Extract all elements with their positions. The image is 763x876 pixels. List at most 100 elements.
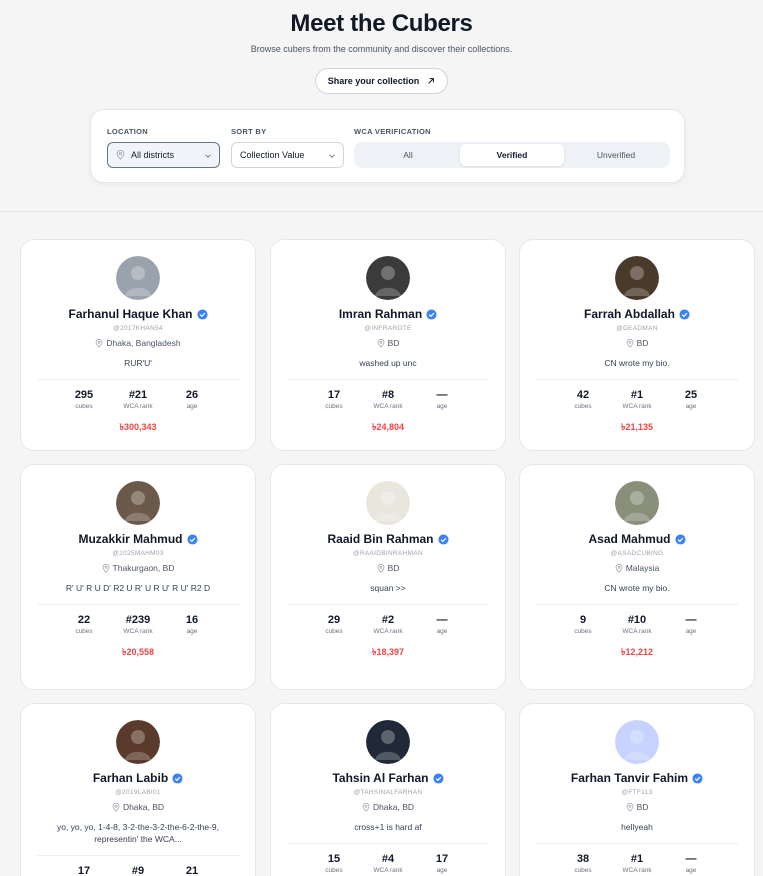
avatar (615, 256, 659, 300)
cuber-card[interactable]: Farrah Abdallah @DEADMAN BD CN wrote my bio… (519, 239, 755, 451)
collection-value: ৳21,135 (620, 422, 653, 432)
page-subtitle: Browse cubers from the community and dis… (250, 44, 513, 54)
verified-badge-icon (172, 772, 183, 784)
wca-option-verified[interactable]: Verified (460, 144, 564, 166)
stat-cubes: 22 cubes (59, 614, 109, 635)
stat-cubes-value: 38 (576, 853, 590, 865)
cuber-name[interactable]: Asad Mahmud (588, 532, 670, 546)
sort-select[interactable]: Collection Value (231, 142, 344, 168)
stat-age-label: age (685, 867, 697, 874)
stat-cubes-label: cubes (325, 628, 343, 635)
divider (536, 604, 738, 605)
stat-rank-value: #21 (128, 389, 148, 401)
cuber-name[interactable]: Muzakkir Mahmud (78, 532, 182, 546)
cuber-card[interactable]: Farhan Labib @2019LABI01 Dhaka, BD yo, yo, … (20, 703, 256, 876)
stat-cubes: 29 cubes (309, 614, 359, 635)
cuber-name[interactable]: Farhanul Haque Khan (68, 307, 192, 321)
cuber-card[interactable]: Raaid Bin Rahman @RAAIDBINRAHMAN BD squan >… (270, 464, 506, 690)
stat-age-value: 17 (435, 853, 449, 865)
stat-age: 25 age (666, 389, 716, 410)
cuber-name[interactable]: Farhan Labib (93, 771, 168, 785)
cuber-location-text: Malaysia (625, 563, 660, 573)
cuber-name[interactable]: Farrah Abdallah (584, 307, 675, 321)
share-collection-button[interactable]: Share your collection (314, 68, 449, 94)
map-pin-icon (377, 563, 384, 573)
stat-rank-label: WCA rank (622, 628, 652, 635)
avatar (615, 720, 659, 764)
cuber-card[interactable]: Farhan Tanvir Fahim @FTF113 BD hellyeah 38 cu… (519, 703, 755, 876)
stat-cubes: 17 cubes (309, 389, 359, 410)
stat-rank-label: WCA rank (373, 403, 403, 410)
stat-age-value: — (685, 853, 697, 865)
map-pin-icon (615, 563, 623, 573)
cuber-location: BD (271, 338, 505, 348)
verified-badge-icon (437, 533, 449, 545)
stat-rank: #4 WCA rank (363, 853, 413, 874)
cuber-bio: squan >> (370, 583, 406, 593)
cuber-bio: CN wrote my bio. (604, 358, 670, 368)
stat-rank: #21 WCA rank (113, 389, 163, 410)
cuber-location-text: Dhaka, Bangladesh (106, 338, 181, 348)
cuber-location-text: Dhaka, BD (122, 802, 165, 812)
cuber-name[interactable]: Raaid Bin Rahman (327, 532, 433, 546)
cuber-stats: 9 cubes #10 WCA rank — age (558, 614, 716, 635)
stat-cubes-label: cubes (574, 628, 592, 635)
verified-badge-icon (674, 533, 686, 545)
cuber-handle: @DEADMAN (616, 325, 658, 332)
cuber-location: BD (520, 338, 754, 348)
cuber-name[interactable]: Tahsin Al Farhan (332, 771, 428, 785)
cuber-card[interactable]: Imran Rahman @INFRAROTE BD washed up unc 17 c… (270, 239, 506, 451)
avatar (366, 720, 410, 764)
stat-age-label: age (186, 403, 198, 410)
cuber-card[interactable]: Farhanul Haque Khan @2017KHAN54 Dhaka, Ban… (20, 239, 256, 451)
cuber-location: BD (271, 563, 505, 573)
stat-rank: #8 WCA rank (363, 389, 413, 410)
cuber-location-text: BD (636, 338, 649, 348)
cuber-stats: 15 cubes #4 WCA rank 17 age (309, 853, 467, 874)
cuber-name-row: Raaid Bin Rahman (271, 532, 505, 546)
divider (536, 843, 738, 844)
cuber-card[interactable]: Muzakkir Mahmud @2025MAHM03 Thakurgaon, BD… (20, 464, 256, 690)
stat-cubes-value: 17 (327, 389, 341, 401)
stat-rank: #10 WCA rank (612, 614, 662, 635)
map-pin-icon (362, 802, 370, 812)
stat-rank-label: WCA rank (373, 628, 403, 635)
stat-rank-label: WCA rank (373, 867, 403, 874)
cuber-bio: RUR'U' (124, 358, 152, 368)
cuber-card[interactable]: Tahsin Al Farhan @TAHSINALFARHAN Dhaka, BD… (270, 703, 506, 876)
location-select[interactable]: All districts (107, 142, 220, 168)
stat-cubes-value: 17 (77, 865, 91, 876)
cuber-bio: washed up unc (359, 358, 417, 368)
cuber-location: Dhaka, BD (21, 802, 255, 812)
stat-age-label: age (186, 628, 198, 635)
cuber-card[interactable]: Asad Mahmud @ASADCUBING Malaysia CN wrote m… (519, 464, 755, 690)
wca-option-unverified[interactable]: Unverified (564, 144, 668, 166)
collection-value: ৳300,343 (119, 422, 157, 432)
stat-cubes-value: 42 (576, 389, 590, 401)
verified-badge-icon (679, 308, 690, 320)
cuber-handle: @ASADCUBING (610, 550, 664, 557)
map-pin-icon (96, 338, 103, 348)
cuber-bio: CN wrote my bio. (604, 583, 670, 593)
stat-cubes-label: cubes (325, 403, 343, 410)
stat-rank-value: #10 (627, 614, 647, 626)
stat-cubes-label: cubes (75, 628, 93, 635)
avatar (366, 256, 410, 300)
stat-rank: #1 WCA rank (612, 389, 662, 410)
divider (37, 379, 239, 380)
stat-cubes-label: cubes (75, 403, 93, 410)
wca-verification-label: WCA VERIFICATION (354, 127, 431, 136)
cuber-location-text: BD (636, 802, 649, 812)
cuber-stats: 38 cubes #1 WCA rank — age (558, 853, 716, 874)
stat-age-label: age (436, 628, 448, 635)
divider (287, 843, 489, 844)
stat-cubes: 15 cubes (309, 853, 359, 874)
cuber-name-row: Farhanul Haque Khan (21, 307, 255, 321)
wca-option-all[interactable]: All (356, 144, 460, 166)
cuber-name[interactable]: Farhan Tanvir Fahim (571, 771, 688, 785)
stat-age-value: — (436, 389, 448, 401)
cuber-stats: 295 cubes #21 WCA rank 26 age (59, 389, 217, 410)
stat-cubes: 295 cubes (59, 389, 109, 410)
cuber-name[interactable]: Imran Rahman (339, 307, 422, 321)
divider (37, 855, 239, 856)
